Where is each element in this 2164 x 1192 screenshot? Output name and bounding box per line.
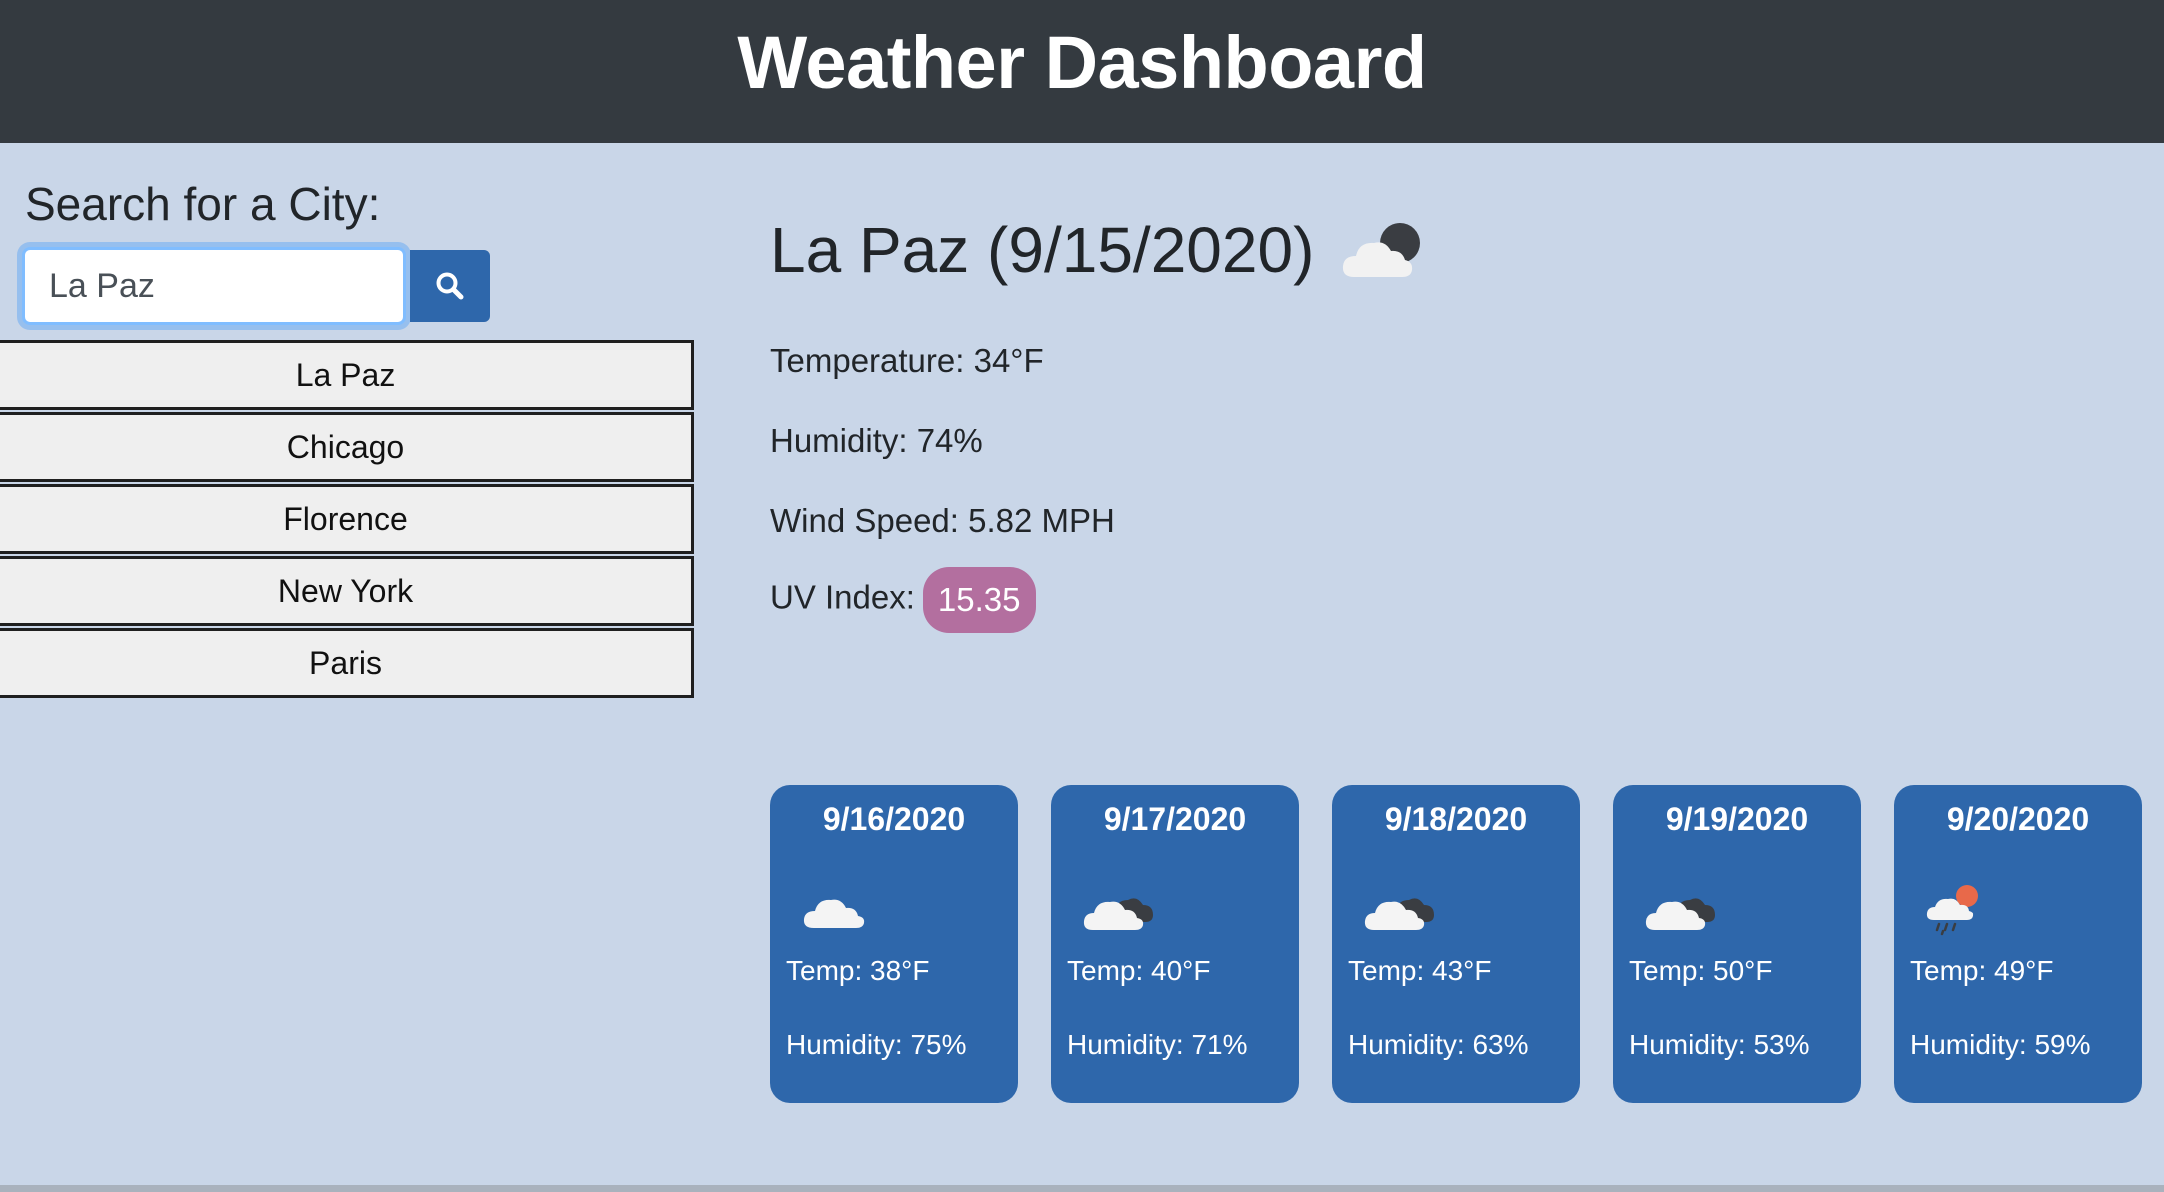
history-item-paris[interactable]: Paris (0, 628, 694, 698)
search-history-list: La Paz Chicago Florence New York Paris (0, 340, 694, 700)
forecast-date: 9/20/2020 (1946, 801, 2090, 837)
history-item-new-york[interactable]: New York (0, 556, 694, 626)
current-uv-row: UV Index: 15.35 (770, 567, 1036, 633)
forecast-temp: Temp: 38°F (786, 955, 930, 986)
forecast-humidity: Humidity: 71% (1067, 1029, 1248, 1060)
window-bottom-edge (0, 1185, 2164, 1192)
forecast-temp: Temp: 50°F (1629, 955, 1773, 986)
search-icon (436, 272, 464, 300)
forecast-temp: Temp: 43°F (1348, 955, 1492, 986)
app-title: Weather Dashboard (737, 21, 1427, 104)
city-title-row: La Paz (9/15/2020) (770, 205, 1430, 295)
forecast-card: 9/17/2020 Temp: 40°F Humidity: 71% (1051, 785, 1299, 1103)
forecast-date: 9/17/2020 (1103, 801, 1247, 837)
uv-index-label: UV Index: (770, 578, 915, 616)
current-weather-panel: La Paz (9/15/2020) (770, 205, 1430, 295)
forecast-humidity: Humidity: 59% (1910, 1029, 2091, 1060)
forecast-card: 9/16/2020 Temp: 38°F Humidity: 75% (770, 785, 1018, 1103)
uv-index-badge: 15.35 (922, 567, 1036, 633)
partly-cloudy-night-icon (1343, 223, 1421, 277)
broken-clouds-icon (1364, 898, 1434, 930)
forecast-date: 9/16/2020 (822, 801, 966, 837)
cloud-icon (803, 899, 865, 928)
history-item-la-paz[interactable]: La Paz (0, 340, 694, 410)
forecast-temp: Temp: 40°F (1067, 955, 1211, 986)
forecast-humidity: Humidity: 63% (1348, 1029, 1529, 1060)
current-temperature: Temperature: 34°F (770, 342, 1044, 379)
forecast-card: 9/19/2020 Temp: 50°F Humidity: 53% (1613, 785, 1861, 1103)
search-button[interactable] (410, 250, 490, 322)
city-search-input[interactable] (22, 247, 406, 325)
forecast-humidity: Humidity: 75% (786, 1029, 967, 1060)
forecast-card: 9/20/2020 Temp: 49°F Humidity: 59% (1894, 785, 2142, 1103)
forecast-card: 9/18/2020 Temp: 43°F Humidity: 63% (1332, 785, 1580, 1103)
app-header: Weather Dashboard (0, 0, 2164, 143)
current-city-title: La Paz (9/15/2020) (770, 214, 1315, 286)
forecast-date: 9/19/2020 (1665, 801, 1809, 837)
history-item-chicago[interactable]: Chicago (0, 412, 694, 482)
current-wind-speed: Wind Speed: 5.82 MPH (770, 502, 1115, 539)
forecast-temp: Temp: 49°F (1910, 955, 2054, 986)
rain-sun-icon (1926, 885, 1978, 936)
history-item-florence[interactable]: Florence (0, 484, 694, 554)
forecast-date: 9/18/2020 (1384, 801, 1528, 837)
forecast-humidity: Humidity: 53% (1629, 1029, 1810, 1060)
search-heading: Search for a City: (25, 178, 381, 230)
broken-clouds-icon (1083, 898, 1153, 930)
current-humidity: Humidity: 74% (770, 422, 983, 459)
broken-clouds-icon (1645, 898, 1715, 930)
